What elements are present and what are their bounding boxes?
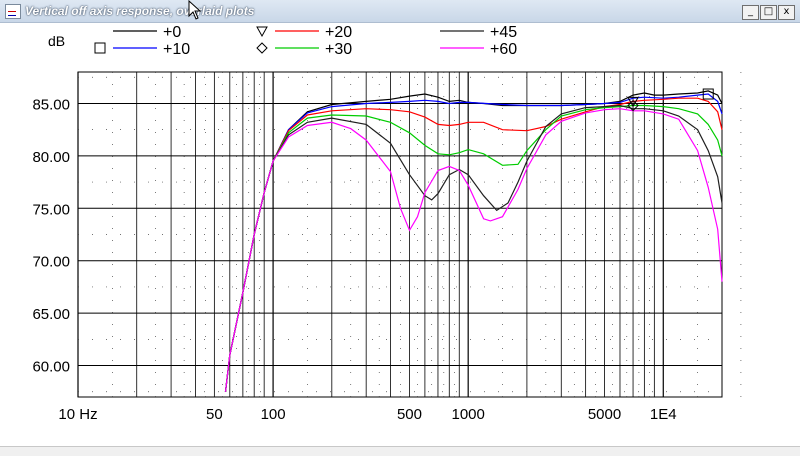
title-bar[interactable]: Vertical off axis response, overlaid plo…: [0, 0, 800, 23]
y-tick-label: 75.00: [32, 201, 70, 218]
legend-marker-triangle: [256, 26, 268, 38]
frequency-response-chart: +0+10 +20+30 +45+60 dB 60.00 65.00 70.00 75.0…: [32, 24, 742, 423]
app-icon[interactable]: [5, 4, 21, 19]
legend-item: +60: [440, 41, 517, 58]
app-window: Vertical off axis response, overlaid plo…: [0, 0, 800, 456]
legend-item: +30: [256, 41, 352, 58]
legend-item: +45: [440, 24, 517, 41]
close-button[interactable]: x: [778, 5, 795, 20]
y-tick-labels: 60.00 65.00 70.00 75.00 80.00 85.00: [32, 96, 70, 375]
x-tick-label: 500: [397, 406, 422, 423]
legend-label: +20: [325, 24, 352, 41]
x-tick-label: 5000: [588, 406, 621, 423]
y-tick-label: 70.00: [32, 254, 70, 271]
x-tick-label: 1000: [451, 406, 484, 423]
x-tick-labels: 10 Hz 50 100 500 1000 5000 1E4: [58, 406, 676, 423]
legend-marker-diamond: [256, 42, 268, 54]
legend-item: +10: [94, 41, 190, 58]
x-tick-label: 10 Hz: [58, 406, 97, 423]
legend-label: +30: [325, 41, 352, 58]
legend-label: +0: [163, 24, 181, 41]
maximize-button[interactable]: □: [760, 5, 777, 20]
x-tick-label: 1E4: [650, 406, 677, 423]
legend-item: +0: [113, 24, 181, 41]
minimize-button[interactable]: _: [742, 5, 759, 20]
legend-label: +45: [490, 24, 517, 41]
y-tick-label: 80.00: [32, 149, 70, 166]
y-axis-label: dB: [48, 33, 65, 49]
x-tick-label: 50: [206, 406, 223, 423]
legend-label: +60: [490, 41, 517, 58]
y-tick-label: 60.00: [32, 359, 70, 376]
mouse-cursor-icon: [188, 0, 202, 20]
y-tick-label: 65.00: [32, 306, 70, 323]
x-tick-label: 100: [261, 406, 286, 423]
window-title: Vertical off axis response, overlaid plo…: [25, 4, 255, 18]
y-tick-label: 85.00: [32, 96, 70, 113]
legend: +0+10 +20+30 +45+60: [94, 24, 517, 58]
legend-label: +10: [163, 41, 190, 58]
legend-item: +20: [256, 24, 352, 41]
legend-marker-square: [94, 42, 106, 54]
